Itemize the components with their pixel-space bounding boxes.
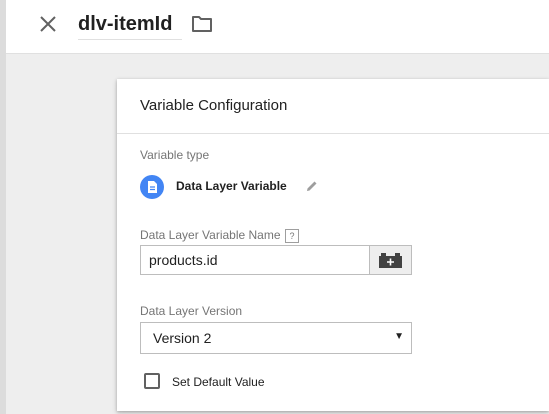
variable-name-label: Data Layer Variable Name	[140, 228, 281, 242]
version-label: Data Layer Version	[140, 304, 243, 318]
document-icon	[140, 175, 164, 199]
help-icon[interactable]: ?	[285, 229, 299, 243]
close-button[interactable]	[34, 10, 62, 38]
add-variable-icon	[379, 253, 402, 268]
variable-title[interactable]: dlv-itemId	[78, 9, 183, 40]
default-value-label[interactable]: Set Default Value	[172, 375, 265, 389]
left-strip	[0, 0, 6, 414]
default-value-checkbox[interactable]	[144, 373, 160, 389]
variable-type-selector[interactable]: Data Layer Variable	[140, 175, 330, 199]
divider	[117, 133, 549, 134]
close-icon	[40, 16, 56, 32]
folder-button[interactable]	[190, 12, 214, 36]
card-title: Variable Configuration	[140, 97, 288, 114]
dropdown-arrow-icon: ▼	[394, 331, 404, 342]
insert-variable-button[interactable]	[369, 245, 412, 275]
variable-type-label: Variable type	[140, 148, 210, 162]
version-select[interactable]: Version 2 ▼	[140, 322, 412, 354]
variable-configuration-card: Variable Configuration Variable type Dat…	[117, 79, 549, 411]
top-bar: dlv-itemId	[6, 0, 549, 54]
variable-name-input[interactable]	[140, 245, 369, 275]
folder-icon	[192, 16, 212, 32]
variable-type-name: Data Layer Variable	[176, 179, 287, 193]
version-selected-value: Version 2	[153, 330, 212, 346]
pencil-icon[interactable]	[304, 178, 320, 194]
